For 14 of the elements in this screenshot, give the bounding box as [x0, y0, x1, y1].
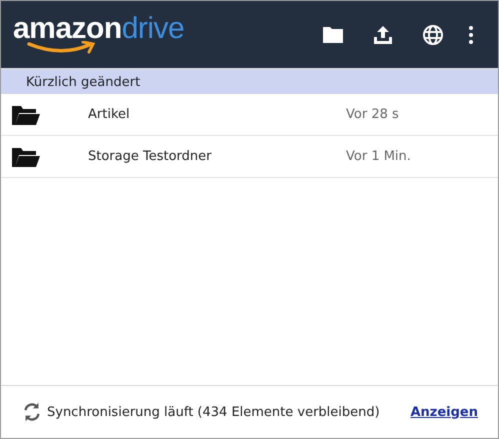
modified-time: Vor 1 Min.	[346, 149, 411, 164]
logo: amazondrive	[13, 14, 184, 55]
folder-row[interactable]: Artikel Vor 28 s	[1, 94, 498, 136]
menu-icon	[468, 24, 474, 44]
folder-icon	[11, 104, 41, 126]
globe-icon	[421, 22, 445, 46]
sync-status: Synchronisierung läuft (434 Elemente verbleibend)	[47, 404, 380, 420]
folder-row[interactable]: Storage Testordner Vor 1 Min.	[1, 136, 498, 178]
modified-time: Vor 28 s	[346, 107, 399, 122]
folder-name: Artikel	[88, 107, 131, 122]
section-header: Kürzlich geändert	[1, 70, 498, 94]
folder-name: Storage Testordner	[88, 149, 212, 164]
show-link[interactable]: Anzeigen	[410, 404, 478, 420]
folder-icon	[11, 146, 41, 168]
